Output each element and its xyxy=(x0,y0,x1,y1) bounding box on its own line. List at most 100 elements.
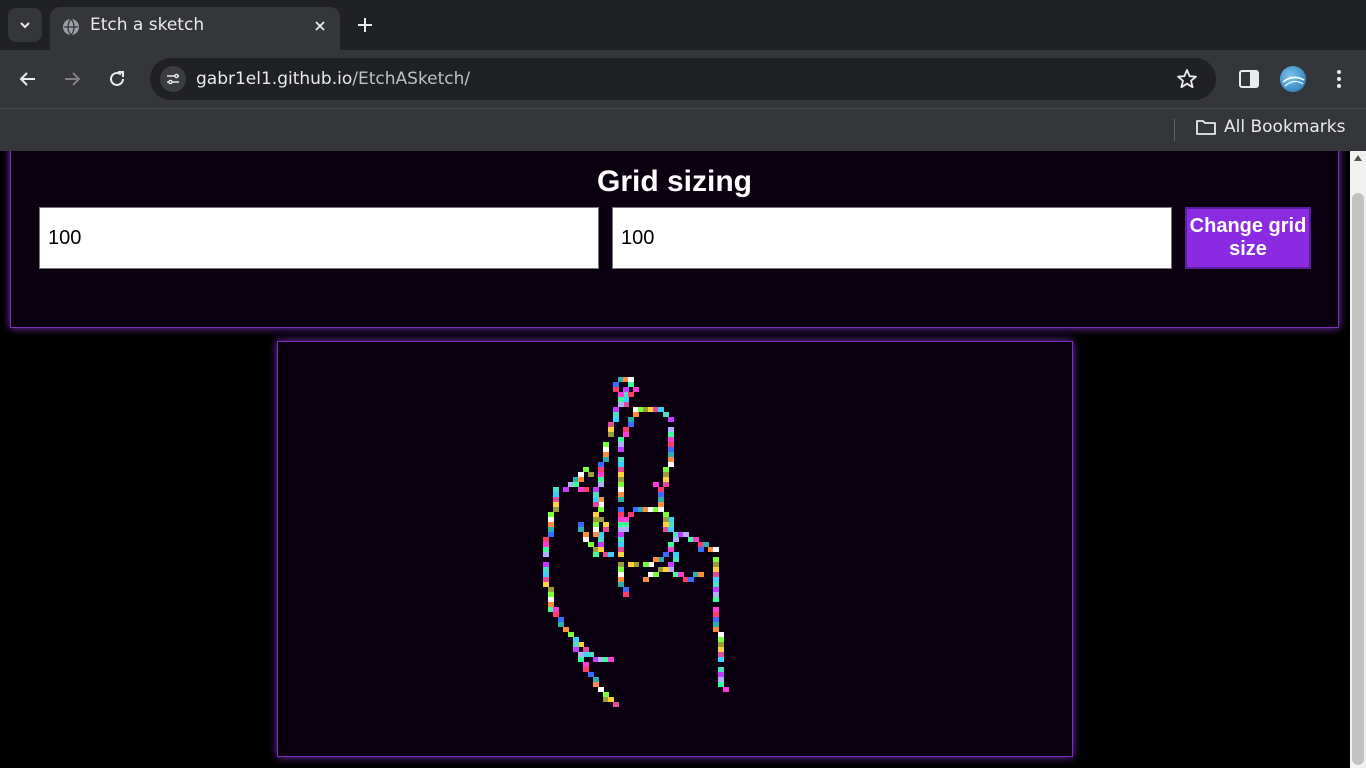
active-tab[interactable]: Etch a sketch xyxy=(50,7,340,50)
sketch-cell xyxy=(543,567,549,572)
sketch-cell xyxy=(618,397,624,402)
sketch-cell xyxy=(548,597,554,602)
address-bar[interactable]: gabr1el1.github.io/EtchASketch/ xyxy=(150,58,1216,100)
sketch-cell xyxy=(713,597,719,602)
sketch-cell xyxy=(713,557,719,562)
sketch-cell xyxy=(558,622,564,627)
sketch-cell xyxy=(618,462,624,467)
sketch-cell xyxy=(593,532,599,537)
grid-width-input[interactable] xyxy=(39,207,599,269)
sketch-cell xyxy=(578,472,584,477)
sketch-cell xyxy=(633,412,639,417)
sketch-cell xyxy=(548,522,554,527)
more-vert-icon xyxy=(1337,70,1341,88)
sketch-cell xyxy=(663,512,669,517)
scroll-up-arrow[interactable] xyxy=(1354,155,1362,161)
sketch-cell xyxy=(553,507,559,512)
reload-icon xyxy=(110,71,124,86)
sketch-cell xyxy=(668,562,674,567)
sketch-cell xyxy=(613,387,619,392)
sketch-cell xyxy=(573,647,579,652)
sketch-cell xyxy=(543,552,549,557)
sketch-cell xyxy=(618,562,624,567)
sketch-cell xyxy=(618,437,624,442)
sketch-cell xyxy=(593,682,599,687)
sketch-cell xyxy=(603,527,609,532)
sketch-cell xyxy=(593,502,599,507)
tab-search-button[interactable] xyxy=(8,8,42,42)
sketch-cell xyxy=(618,402,624,407)
sketch-cell xyxy=(608,422,614,427)
sketch-cell xyxy=(618,572,624,577)
sketch-cell xyxy=(583,467,589,472)
sketch-cell xyxy=(573,642,579,647)
sketch-cell xyxy=(713,627,719,632)
sketch-cell xyxy=(618,512,624,517)
arrow-right-icon xyxy=(65,72,81,86)
sketch-cell xyxy=(598,542,604,547)
sketch-cell xyxy=(583,537,589,542)
sketch-cell xyxy=(668,427,674,432)
sketch-cell xyxy=(653,557,659,562)
tab-title: Etch a sketch xyxy=(90,15,205,35)
star-icon[interactable] xyxy=(1176,68,1198,90)
page-viewport: Grid sizing Change grid size xyxy=(0,151,1350,768)
sketch-cell xyxy=(698,547,704,552)
sketch-cell xyxy=(618,477,624,482)
grid-height-input[interactable] xyxy=(612,207,1172,269)
sketch-cell xyxy=(603,692,609,697)
sketch-cell xyxy=(673,552,679,557)
sketch-cell xyxy=(718,682,724,687)
sketch-cell xyxy=(618,392,624,397)
page-scrollbar[interactable] xyxy=(1350,151,1366,768)
sketch-cell xyxy=(718,677,724,682)
sketch-cell xyxy=(593,522,599,527)
sketch-cell xyxy=(578,652,584,657)
sketch-cell xyxy=(583,667,589,672)
sketch-cell xyxy=(628,422,634,427)
sketch-cell xyxy=(598,687,604,692)
sketch-grid[interactable] xyxy=(277,341,1073,757)
sketch-cell xyxy=(618,582,624,587)
profile-avatar[interactable] xyxy=(1280,66,1306,92)
sketch-cell xyxy=(718,642,724,647)
sketch-cell xyxy=(548,532,554,537)
tab-close-button[interactable] xyxy=(310,16,330,36)
sketch-cell xyxy=(578,527,584,532)
reload-button[interactable] xyxy=(103,65,131,93)
sketch-cell xyxy=(628,392,634,397)
forward-button[interactable] xyxy=(58,65,86,93)
menu-button[interactable] xyxy=(1325,65,1353,93)
scroll-thumb[interactable] xyxy=(1352,193,1364,765)
sketch-cell xyxy=(608,432,614,437)
sketch-cell xyxy=(598,507,604,512)
new-tab-button[interactable] xyxy=(352,12,378,38)
url-host: gabr1el1.github.io xyxy=(196,69,353,89)
sketch-cell xyxy=(618,472,624,477)
sketch-cell xyxy=(658,487,664,492)
sketch-cell xyxy=(593,677,599,682)
site-info-button[interactable] xyxy=(160,66,186,92)
sketch-cell xyxy=(598,477,604,482)
sketch-cell xyxy=(668,462,674,467)
sketch-cell xyxy=(618,532,624,537)
sketch-cell xyxy=(598,462,604,467)
sketch-cell xyxy=(693,537,699,542)
all-bookmarks-button[interactable]: All Bookmarks xyxy=(1196,117,1345,137)
side-panel-button[interactable] xyxy=(1235,65,1263,93)
sketch-cell xyxy=(618,552,624,557)
sketch-cell xyxy=(618,487,624,492)
sketch-cell xyxy=(723,687,729,692)
sketch-cell xyxy=(658,497,664,502)
sketch-cell xyxy=(548,512,554,517)
sketch-cell xyxy=(613,382,619,387)
sketch-cell xyxy=(548,587,554,592)
change-grid-size-button[interactable]: Change grid size xyxy=(1185,207,1311,269)
sketch-cell xyxy=(623,427,629,432)
sketch-cell xyxy=(588,652,594,657)
sketch-cell xyxy=(663,477,669,482)
sketch-cell xyxy=(543,577,549,582)
sketch-cell xyxy=(683,532,689,537)
back-button[interactable] xyxy=(14,65,42,93)
sketch-cell xyxy=(713,587,719,592)
